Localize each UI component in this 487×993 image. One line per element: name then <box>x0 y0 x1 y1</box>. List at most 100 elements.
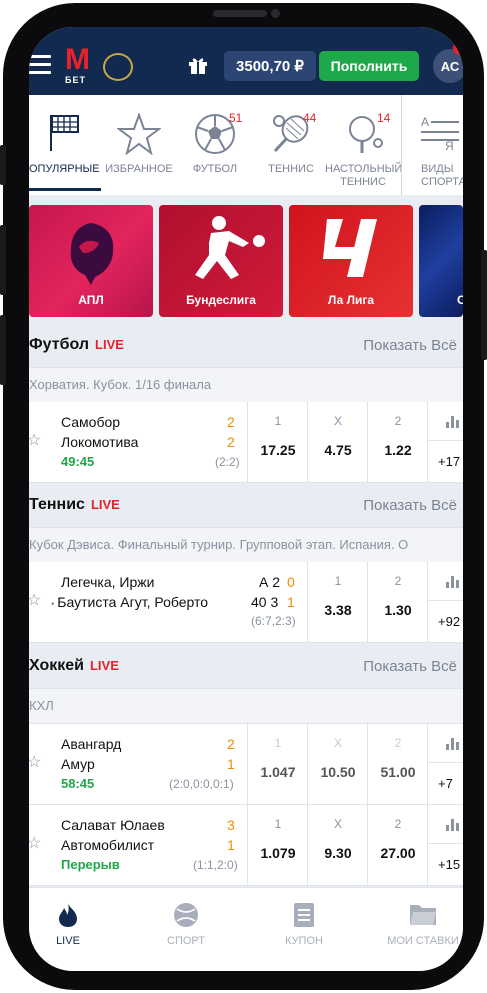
more-markets[interactable]: +92 <box>427 562 463 642</box>
more-markets[interactable]: +7 <box>427 724 463 804</box>
more-markets[interactable]: +15 <box>427 805 463 885</box>
section-header-football: Футбол LIVE Показать Всё <box>29 323 463 367</box>
star-icon <box>117 113 161 155</box>
tab-label: ВИДЫ СПОРТА <box>421 163 463 188</box>
stats-icon <box>446 819 459 831</box>
tournament-header: КХЛ <box>29 688 463 724</box>
more-count: +7 <box>438 776 453 791</box>
score-team2: 40 3 <box>251 594 279 610</box>
phone-frame: M БЕТ 3500,70 ₽ Пополнить АС 3 ОПУЛЯРНЫЕ… <box>3 3 484 990</box>
match-row[interactable]: ☆ Самобор Локомотива 49:45 2 2 (2:2) 1 17… <box>29 402 463 483</box>
team2-name: Автомобилист <box>61 837 155 853</box>
show-all-link[interactable]: Показать Всё <box>363 497 457 514</box>
odd-cell[interactable]: 1 1.079 <box>247 805 308 885</box>
more-count: +15 <box>438 857 461 872</box>
match-row[interactable]: ☆ Авангард Амур 58:45 2 1 (2:0,0:0,0:1) … <box>29 724 463 805</box>
phone-side-button <box>0 145 6 185</box>
nav-label: МОИ СТАВКИ <box>387 935 459 947</box>
match-time: Перерыв <box>61 857 120 872</box>
odd-cell[interactable]: 2 51.00 <box>367 724 428 804</box>
league-card-epl[interactable]: АПЛ <box>29 205 153 317</box>
match-time: 58:45 <box>61 776 95 791</box>
alphabet-sort-icon: A Я <box>421 115 459 153</box>
tabs-divider <box>401 95 402 195</box>
team1-name: Салават Юлаев <box>61 817 165 833</box>
bottom-nav: LIVE СПОРТ КУПОН МОИ СТАВКИ <box>29 887 463 971</box>
favorite-star-icon[interactable]: ☆ <box>29 430 41 450</box>
league-card-bundesliga[interactable]: Бундеслига <box>159 205 283 317</box>
speaker <box>213 10 267 17</box>
tab-label: ТЕННИС <box>268 163 314 175</box>
show-all-link[interactable]: Показать Всё <box>363 337 457 354</box>
team2-name: Локомотива <box>61 434 139 450</box>
league-name: Ла Лига <box>327 293 375 307</box>
nav-label: КУПОН <box>285 935 323 947</box>
odd-cell[interactable]: 2 27.00 <box>367 805 428 885</box>
tab-count: 14 <box>377 111 391 125</box>
section-title: Теннис LIVE <box>29 496 120 513</box>
odd-cell[interactable]: X 4.75 <box>307 402 368 482</box>
flag-icon <box>50 115 79 151</box>
nav-live[interactable]: LIVE <box>29 888 107 971</box>
odd-cell[interactable]: 2 1.30 <box>367 562 428 642</box>
league-card-4[interactable]: С <box>419 205 463 317</box>
odd-cell[interactable]: X 9.30 <box>307 805 368 885</box>
league-card-laliga[interactable]: Ла Лига <box>289 205 413 317</box>
odd-cell[interactable]: 2 1.22 <box>367 402 428 482</box>
period-scores: (2:2) <box>215 455 240 469</box>
app-screen: M БЕТ 3500,70 ₽ Пополнить АС 3 ОПУЛЯРНЫЕ… <box>29 27 463 971</box>
favorite-star-icon[interactable]: ☆ <box>29 833 41 853</box>
match-row[interactable]: ☆ Салават Юлаев Автомобилист Перерыв 3 1… <box>29 805 463 886</box>
odd-cell[interactable]: X 10.50 <box>307 724 368 804</box>
odd-cell[interactable]: 1 17.25 <box>247 402 308 482</box>
balance-display[interactable]: 3500,70 ₽ <box>224 51 316 81</box>
team2-name: Амур <box>61 756 95 772</box>
section-title: Футбол LIVE <box>29 336 124 353</box>
more-count: +92 <box>438 614 461 629</box>
topup-button[interactable]: Пополнить <box>319 51 419 81</box>
favorite-star-icon[interactable]: ☆ <box>29 752 41 772</box>
score-team2: 2 <box>227 434 235 450</box>
gift-icon[interactable] <box>187 55 209 75</box>
odd-cell[interactable]: 1 3.38 <box>307 562 368 642</box>
nav-my-bets[interactable]: МОИ СТАВКИ <box>383 888 463 971</box>
stats-icon <box>446 416 459 428</box>
tournament-header: Кубок Дэвиса. Финальный турнир. Группово… <box>29 527 463 563</box>
svg-text:A: A <box>421 115 429 129</box>
live-label: LIVE <box>89 658 119 673</box>
camera <box>271 9 280 18</box>
favorite-star-icon[interactable]: ☆ <box>29 590 41 610</box>
app-logo[interactable]: M БЕТ <box>65 45 95 89</box>
stats-icon <box>446 738 459 750</box>
league-name: АПЛ <box>78 293 104 307</box>
tab-football[interactable]: 51 ФУТБОЛ <box>177 95 253 195</box>
tab-all-sports[interactable]: A Я ВИДЫ СПОРТА <box>411 95 463 195</box>
phone-side-button <box>0 315 6 385</box>
tab-table-tennis[interactable]: 14 НАСТОЛЬНЫЙ ТЕННИС <box>325 95 402 195</box>
tab-favorites[interactable]: ИЗБРАННОЕ <box>101 95 177 195</box>
section-header-tennis: Теннис LIVE Показать Всё <box>29 483 463 527</box>
phone-side-button <box>481 250 487 360</box>
score-team2-game: 1 <box>287 594 295 610</box>
team1-name: Авангард <box>61 736 122 752</box>
tab-tennis[interactable]: 44 ТЕННИС <box>253 95 329 195</box>
tab-label: ФУТБОЛ <box>192 163 238 175</box>
player-kick-icon <box>195 216 265 279</box>
nav-coupon[interactable]: КУПОН <box>265 888 343 971</box>
more-markets[interactable]: +17 <box>427 402 463 482</box>
score-team1: 3 <box>227 817 235 833</box>
show-all-link[interactable]: Показать Всё <box>363 658 457 675</box>
nav-sport[interactable]: СПОРТ <box>147 888 225 971</box>
divider <box>428 440 463 441</box>
menu-icon[interactable] <box>29 55 51 75</box>
tab-popular[interactable]: ОПУЛЯРНЫЕ <box>29 95 101 195</box>
odd-cell[interactable]: 1 1.047 <box>247 724 308 804</box>
stats-icon <box>446 576 459 588</box>
match-row[interactable]: ☆ Легечка, Иржи • Баутиста Агут, Роберто… <box>29 562 463 643</box>
laliga-logo-icon <box>323 219 377 277</box>
more-count: +17 <box>438 454 461 469</box>
nav-label: СПОРТ <box>167 935 205 947</box>
score-team1-game: 0 <box>287 574 295 590</box>
tab-label: ИЗБРАННОЕ <box>105 163 173 175</box>
tournament-header: Хорватия. Кубок. 1/16 финала <box>29 367 463 403</box>
